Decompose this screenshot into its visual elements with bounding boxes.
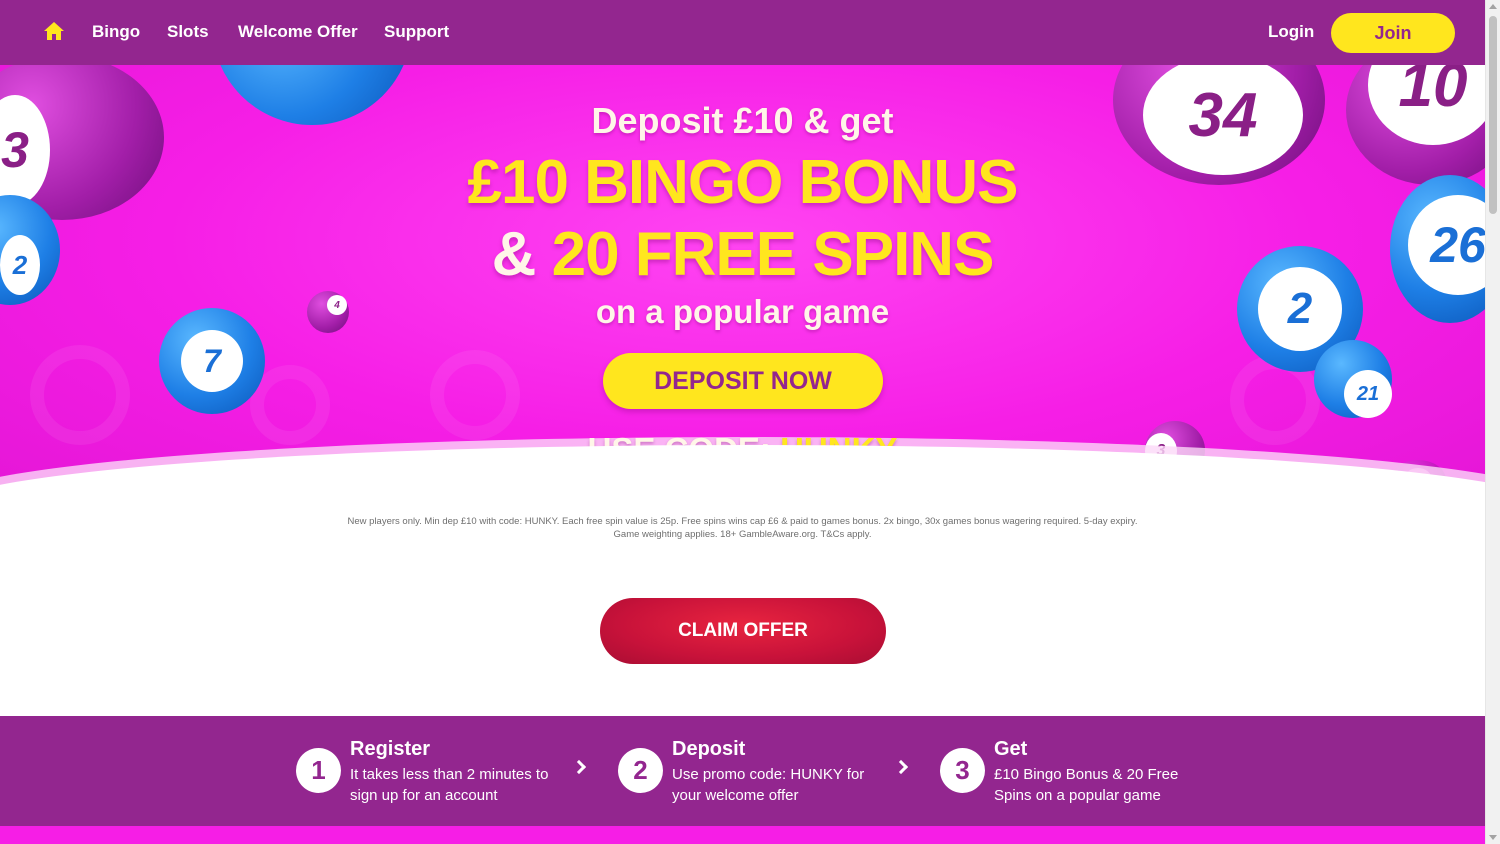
hero-headline-bonus: £10 BINGO BONUS (467, 148, 1018, 217)
hero-subheading: Deposit £10 & get (591, 100, 894, 141)
hero-banner: 90 3 2 7 4 34 10 26 2 21 3 2 3 Deposit £… (0, 65, 1485, 505)
step-number: 1 (296, 748, 341, 793)
step-description: £10 Bingo Bonus & 20 Free Spins on a pop… (994, 766, 1179, 804)
nav-link-bingo[interactable]: Bingo (92, 22, 140, 42)
terms-text: New players only. Min dep £10 with code:… (347, 516, 1138, 540)
bg-decor (30, 345, 130, 445)
nav-link-slots[interactable]: Slots (167, 22, 209, 42)
steps-section: 1 Register It takes less than 2 minutes … (0, 716, 1485, 826)
scroll-up-icon[interactable] (1489, 4, 1497, 9)
headline-free-spins: 20 FREE SPINS (551, 220, 995, 289)
login-link[interactable]: Login (1268, 22, 1314, 42)
bingo-ball: 21 (1314, 340, 1392, 418)
top-nav: Bingo Slots Welcome Offer Support Login … (0, 0, 1485, 65)
home-icon[interactable] (43, 21, 65, 41)
step-description: Use promo code: HUNKY for your welcome o… (672, 766, 865, 804)
step-number: 3 (940, 748, 985, 793)
claim-offer-button[interactable]: CLAIM OFFER (600, 598, 886, 664)
hero-tagline: on a popular game (595, 293, 890, 330)
step-description: It takes less than 2 minutes to sign up … (350, 766, 549, 804)
headline-ampersand: & (491, 220, 537, 289)
ball-number: 7 (203, 342, 221, 379)
step-number: 2 (618, 748, 663, 793)
deposit-now-button[interactable]: DEPOSIT NOW (603, 353, 883, 409)
nav-link-support[interactable]: Support (384, 22, 449, 42)
join-button[interactable]: Join (1331, 13, 1455, 53)
step-title: Deposit (672, 738, 746, 760)
scroll-down-icon[interactable] (1489, 835, 1497, 840)
nav-link-welcome-offer[interactable]: Welcome Offer (238, 22, 358, 42)
bg-decor (430, 350, 520, 440)
step-title: Get (994, 738, 1028, 760)
footer-strip (0, 826, 1485, 844)
step-title: Register (350, 738, 431, 760)
hero-headline-spins: & 20 FREE SPINS (0, 219, 1485, 290)
ball-number: 21 (1356, 382, 1380, 405)
scrollbar-thumb[interactable] (1489, 16, 1497, 214)
scrollbar[interactable] (1485, 0, 1500, 844)
